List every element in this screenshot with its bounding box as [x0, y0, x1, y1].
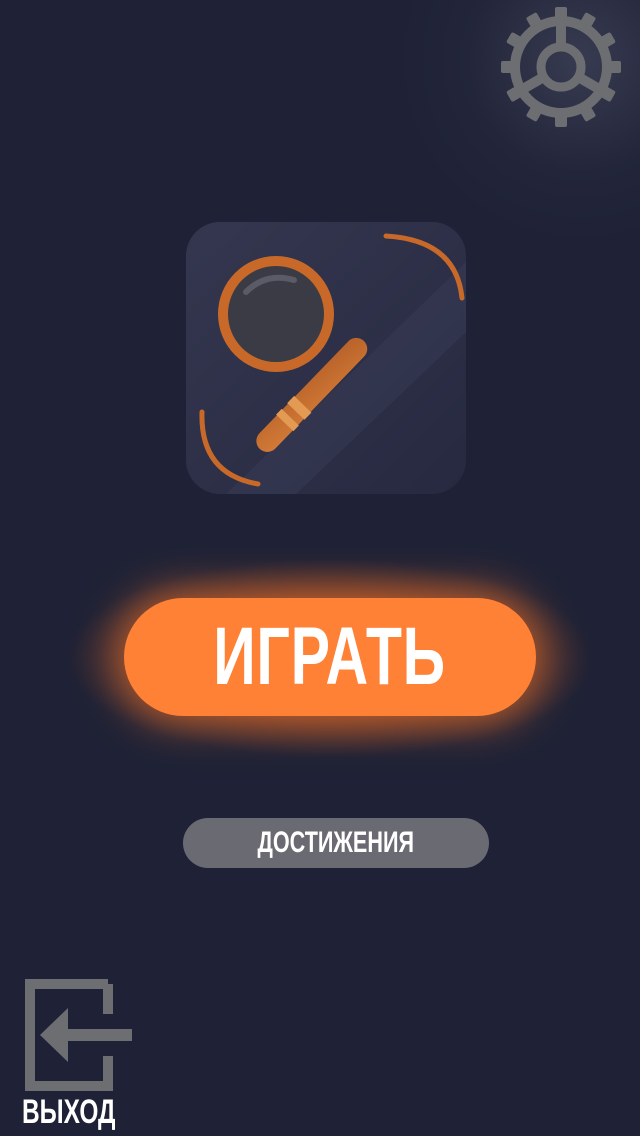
achievements-button-label: ДОСТИЖЕНИЯ — [257, 826, 415, 859]
achievements-button[interactable]: ДОСТИЖЕНИЯ — [183, 818, 489, 868]
exit-door-arrow-icon — [22, 978, 136, 1092]
main-menu-screen: ИГРАТЬ ДОСТИЖЕНИЯ ВЫХОД — [0, 0, 640, 1136]
game-logo — [186, 222, 466, 494]
settings-button[interactable] — [500, 6, 622, 128]
exit-button[interactable]: ВЫХОД — [22, 978, 136, 1134]
play-button-label: ИГРАТЬ — [213, 611, 447, 702]
play-button[interactable]: ИГРАТЬ — [124, 598, 536, 716]
magnifying-glass-icon — [186, 222, 466, 494]
exit-button-label: ВЫХОД — [22, 1093, 116, 1131]
gear-icon — [501, 7, 621, 127]
